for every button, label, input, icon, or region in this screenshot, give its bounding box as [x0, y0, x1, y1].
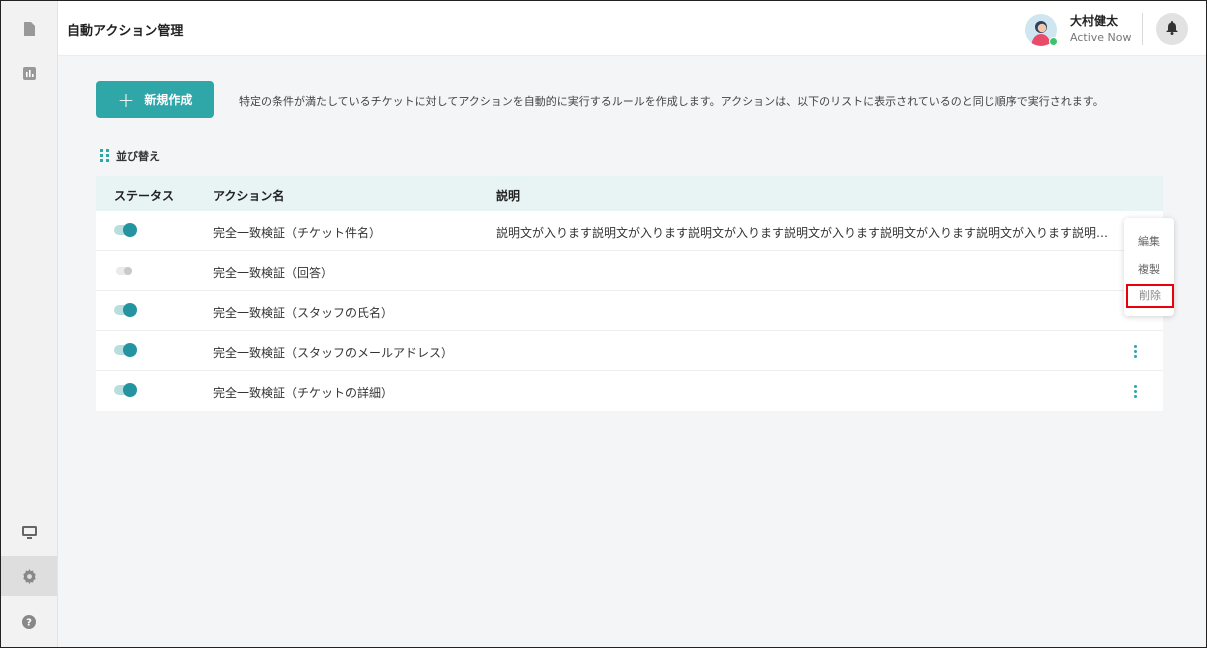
- action-name: 完全一致検証（回答）: [213, 266, 334, 280]
- status-toggle[interactable]: [114, 303, 137, 317]
- column-header-description: 説明: [496, 189, 521, 203]
- header-divider: [1142, 13, 1143, 45]
- sort-label: 並び替え: [116, 150, 160, 163]
- action-name: 完全一致検証（スタッフの氏名）: [213, 306, 394, 320]
- menu-item-edit[interactable]: 編集: [1124, 230, 1174, 254]
- create-new-label: 新規作成: [144, 93, 193, 107]
- help-icon: ?: [22, 615, 36, 629]
- table-row: 完全一致検証（スタッフの氏名）: [96, 291, 1163, 331]
- table-row: 完全一致検証（スタッフのメールアドレス）: [96, 331, 1163, 371]
- column-header-name: アクション名: [213, 189, 285, 203]
- sidebar-item-documents[interactable]: [1, 9, 57, 49]
- document-icon: [23, 22, 35, 36]
- status-toggle[interactable]: [116, 267, 132, 275]
- svg-text:?: ?: [26, 618, 32, 629]
- actions-table: ステータス アクション名 説明 完全一致検証（チケット件名） 説明文が入ります説…: [96, 176, 1163, 411]
- sidebar-item-reports[interactable]: [1, 53, 57, 93]
- drag-handle-icon: [100, 149, 110, 163]
- sidebar-item-help[interactable]: ?: [1, 602, 57, 642]
- sidebar-item-settings[interactable]: [1, 556, 57, 596]
- app-window: ? 自動アクション管理 大村健太 Active Now + 新規作成 特定の条件…: [0, 0, 1207, 648]
- sidebar: ?: [1, 1, 58, 647]
- plus-icon: +: [117, 87, 135, 112]
- menu-item-duplicate[interactable]: 複製: [1124, 258, 1174, 282]
- status-toggle[interactable]: [114, 223, 137, 237]
- monitor-icon: [21, 526, 37, 540]
- table-row: 完全一致検証（回答）: [96, 251, 1163, 291]
- intro-text: 特定の条件が満たしているチケットに対してアクションを自動的に実行するルールを作成…: [239, 95, 1104, 108]
- sort-button[interactable]: 並び替え: [100, 148, 160, 164]
- action-description: 説明文が入ります説明文が入ります説明文が入ります説明文が入ります説明文が入ります…: [496, 226, 1114, 240]
- page-title: 自動アクション管理: [67, 24, 184, 39]
- table-header: ステータス アクション名 説明: [96, 176, 1163, 211]
- bell-icon: [1166, 20, 1178, 39]
- status-toggle[interactable]: [114, 343, 137, 357]
- sidebar-item-monitor[interactable]: [1, 513, 57, 553]
- row-menu-button[interactable]: [1127, 381, 1143, 401]
- online-status-dot: [1049, 37, 1058, 46]
- chart-icon: [22, 66, 36, 80]
- action-name: 完全一致検証（スタッフのメールアドレス）: [213, 346, 454, 360]
- create-new-button[interactable]: + 新規作成: [96, 81, 214, 118]
- row-menu-button[interactable]: [1127, 341, 1143, 361]
- action-name: 完全一致検証（チケット件名）: [213, 226, 382, 240]
- notifications-button[interactable]: [1156, 13, 1188, 45]
- top-header: 自動アクション管理 大村健太 Active Now: [58, 1, 1206, 56]
- user-name: 大村健太: [1070, 14, 1119, 28]
- table-row: 完全一致検証（チケットの詳細）: [96, 371, 1163, 411]
- status-toggle[interactable]: [114, 383, 137, 397]
- column-header-status: ステータス: [114, 189, 175, 203]
- row-context-menu: 編集 複製 削除: [1124, 218, 1174, 316]
- menu-item-delete[interactable]: 削除: [1126, 284, 1174, 308]
- user-status: Active Now: [1070, 31, 1132, 44]
- action-name: 完全一致検証（チケットの詳細）: [213, 386, 394, 400]
- table-row: 完全一致検証（チケット件名） 説明文が入ります説明文が入ります説明文が入ります説…: [96, 211, 1163, 251]
- gear-icon: [22, 568, 37, 584]
